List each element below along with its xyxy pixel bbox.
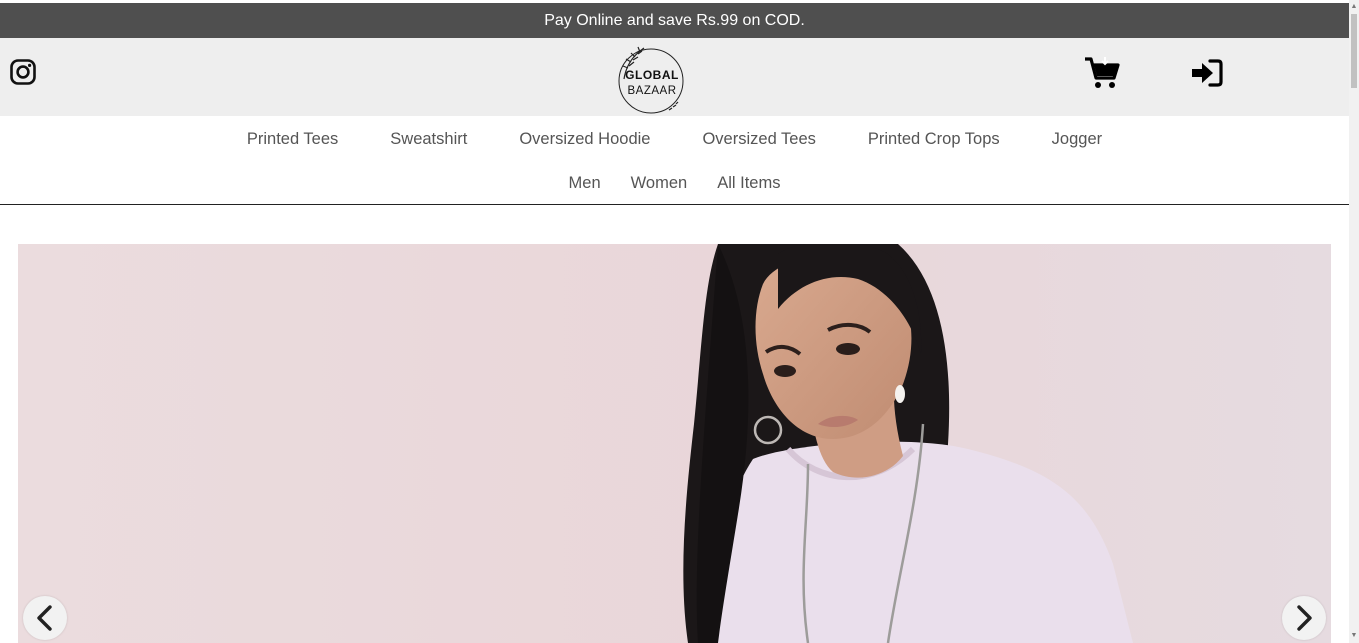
scrollbar-thumb[interactable] (1351, 14, 1357, 88)
hero-banner (18, 244, 1331, 643)
chevron-left-icon (37, 605, 52, 631)
carousel-prev-button[interactable] (23, 596, 67, 640)
page-scrollbar[interactable]: ▲ ▼ (1349, 0, 1359, 643)
announcement-text: Pay Online and save Rs.99 on COD. (544, 11, 805, 29)
cart-button[interactable] (1084, 56, 1120, 90)
nav-link-women[interactable]: Women (631, 173, 688, 193)
category-nav: Printed Tees Sweatshirt Oversized Hoodie… (0, 116, 1349, 205)
logo-line2: BAZAAR (627, 85, 676, 97)
hero-model-image (18, 244, 1331, 643)
site-logo[interactable]: GLOBAL BAZAAR (614, 44, 688, 114)
category-row: Printed Tees Sweatshirt Oversized Hoodie… (0, 129, 1349, 149)
logo-line1: GLOBAL (625, 68, 679, 82)
nav-link-printed-crop-tops[interactable]: Printed Crop Tops (868, 129, 1000, 149)
nav-link-jogger[interactable]: Jogger (1052, 129, 1102, 149)
nav-link-sweatshirt[interactable]: Sweatshirt (390, 129, 467, 149)
audience-row: Men Women All Items (0, 173, 1349, 193)
shopping-cart-icon (1085, 57, 1120, 88)
site-header: GLOBAL BAZAAR (0, 38, 1349, 116)
nav-link-all-items[interactable]: All Items (717, 173, 780, 193)
nav-link-men[interactable]: Men (569, 173, 601, 193)
announcement-bar: Pay Online and save Rs.99 on COD. (0, 3, 1349, 38)
chevron-right-icon (1297, 605, 1312, 631)
scroll-down-icon[interactable]: ▼ (1350, 632, 1358, 640)
global-bazaar-logo: GLOBAL BAZAAR (618, 46, 684, 114)
instagram-link[interactable] (9, 58, 37, 86)
scroll-up-icon[interactable]: ▲ (1350, 3, 1358, 11)
nav-link-oversized-tees[interactable]: Oversized Tees (702, 129, 815, 149)
login-button[interactable] (1190, 58, 1224, 88)
nav-link-oversized-hoodie[interactable]: Oversized Hoodie (519, 129, 650, 149)
instagram-icon (10, 59, 36, 85)
sign-in-icon (1192, 59, 1223, 87)
nav-link-printed-tees[interactable]: Printed Tees (247, 129, 338, 149)
carousel-next-button[interactable] (1282, 596, 1326, 640)
